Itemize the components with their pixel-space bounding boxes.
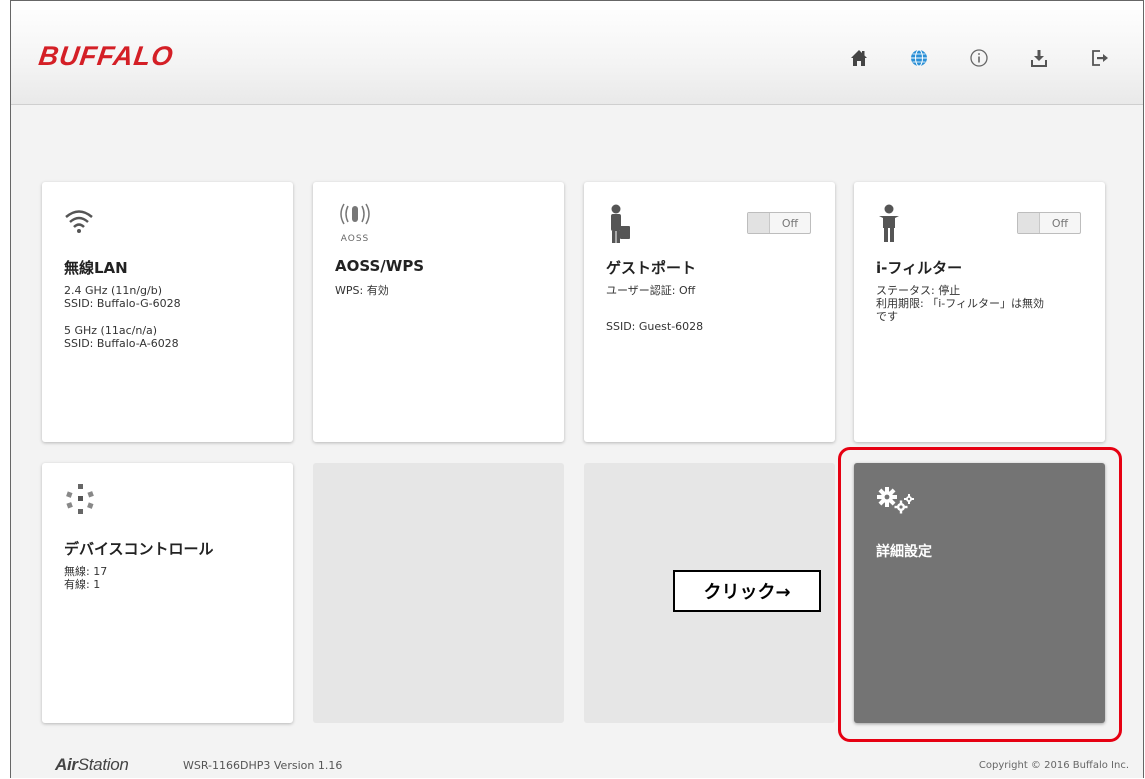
home-icon [851,50,867,66]
internet-button[interactable] [889,43,949,73]
toggle-label: Off [781,216,799,230]
tile-title: 無線LAN [64,259,128,277]
tile-title: ゲストポート [606,259,697,277]
tile-title: AOSS/WPS [335,257,425,275]
top-nav [829,43,1129,73]
globe-icon [911,49,927,67]
guest-auth-status: ユーザー認証: Off [606,284,696,297]
i-filter-tile[interactable]: Off i-フィルター ステータス: 停止 利用期限: 「i-フィルター」は無効… [854,182,1105,442]
download-icon [1031,50,1047,67]
wireless-lan-tile[interactable]: 無線LAN 2.4 GHz (11n/g/b) SSID: Buffalo-G-… [42,182,293,442]
device-control-tile[interactable]: デバイスコントロール 無線: 17 有線: 1 [42,463,293,723]
toggle-knob [1018,213,1040,233]
click-callout: クリック→ [673,570,821,612]
i-filter-expiry-line-cont: です [876,310,898,323]
advanced-settings-highlight [838,447,1122,742]
brand-rest: Station [77,755,129,774]
guest-port-tile[interactable]: Off ゲストポート ユーザー認証: Off SSID: Guest-6028 [584,182,835,442]
band-24-ssid: SSID: Buffalo-G-6028 [64,297,181,310]
device-network-icon [66,484,94,514]
empty-tile [313,463,564,723]
logout-button[interactable] [1069,43,1129,73]
wireless-device-count: 無線: 17 [64,565,108,578]
tile-title: デバイスコントロール [64,540,214,558]
wired-device-count: 有線: 1 [64,578,101,591]
toggle-label: Off [1051,216,1069,230]
info-button[interactable] [949,43,1009,73]
guest-port-toggle[interactable]: Off [747,212,811,234]
tile-title: i-フィルター [876,259,963,277]
airstation-logo: AirStation [55,755,129,775]
aoss-wave-icon [340,203,370,225]
download-button[interactable] [1009,43,1069,73]
toggle-knob [748,213,770,233]
band-24-mode: 2.4 GHz (11n/g/b) [64,284,162,297]
band-5-ssid: SSID: Buffalo-A-6028 [64,337,179,350]
model-version: WSR-1166DHP3 Version 1.16 [183,759,343,772]
home-button[interactable] [829,43,889,73]
guest-person-icon [611,204,630,243]
aoss-icon: AOSS [335,202,375,244]
copyright: Copyright © 2016 Buffalo Inc. [978,760,1129,771]
wps-status: WPS: 有効 [335,284,389,297]
guest-ssid: SSID: Guest-6028 [606,320,704,333]
band-24-info: 2.4 GHz (11n/g/b) SSID: Buffalo-G-6028 [64,284,181,310]
wifi-icon [65,210,93,233]
i-filter-toggle[interactable]: Off [1017,212,1081,234]
footer: AirStation WSR-1166DHP3 Version 1.16 Cop… [11,754,1143,779]
logout-icon [1092,50,1108,66]
aoss-icon-label: AOSS [340,234,370,244]
brand-bold: Air [55,755,78,774]
i-filter-status: ステータス: 停止 利用期限: 「i-フィルター」は無効 です [876,284,1044,323]
i-filter-status-line: ステータス: 停止 [876,284,961,297]
buffalo-logo: BUFFALO [36,41,176,71]
header-bar: BUFFALO [11,1,1143,105]
band-5-mode: 5 GHz (11ac/n/a) [64,324,158,337]
device-counts: 無線: 17 有線: 1 [64,565,107,591]
child-person-icon [879,204,899,242]
band-5-info: 5 GHz (11ac/n/a) SSID: Buffalo-A-6028 [64,324,179,350]
i-filter-expiry-line: 利用期限: 「i-フィルター」は無効 [876,297,1045,310]
info-icon [970,49,988,67]
aoss-wps-tile[interactable]: AOSS AOSS/WPS WPS: 有効 [313,182,564,442]
